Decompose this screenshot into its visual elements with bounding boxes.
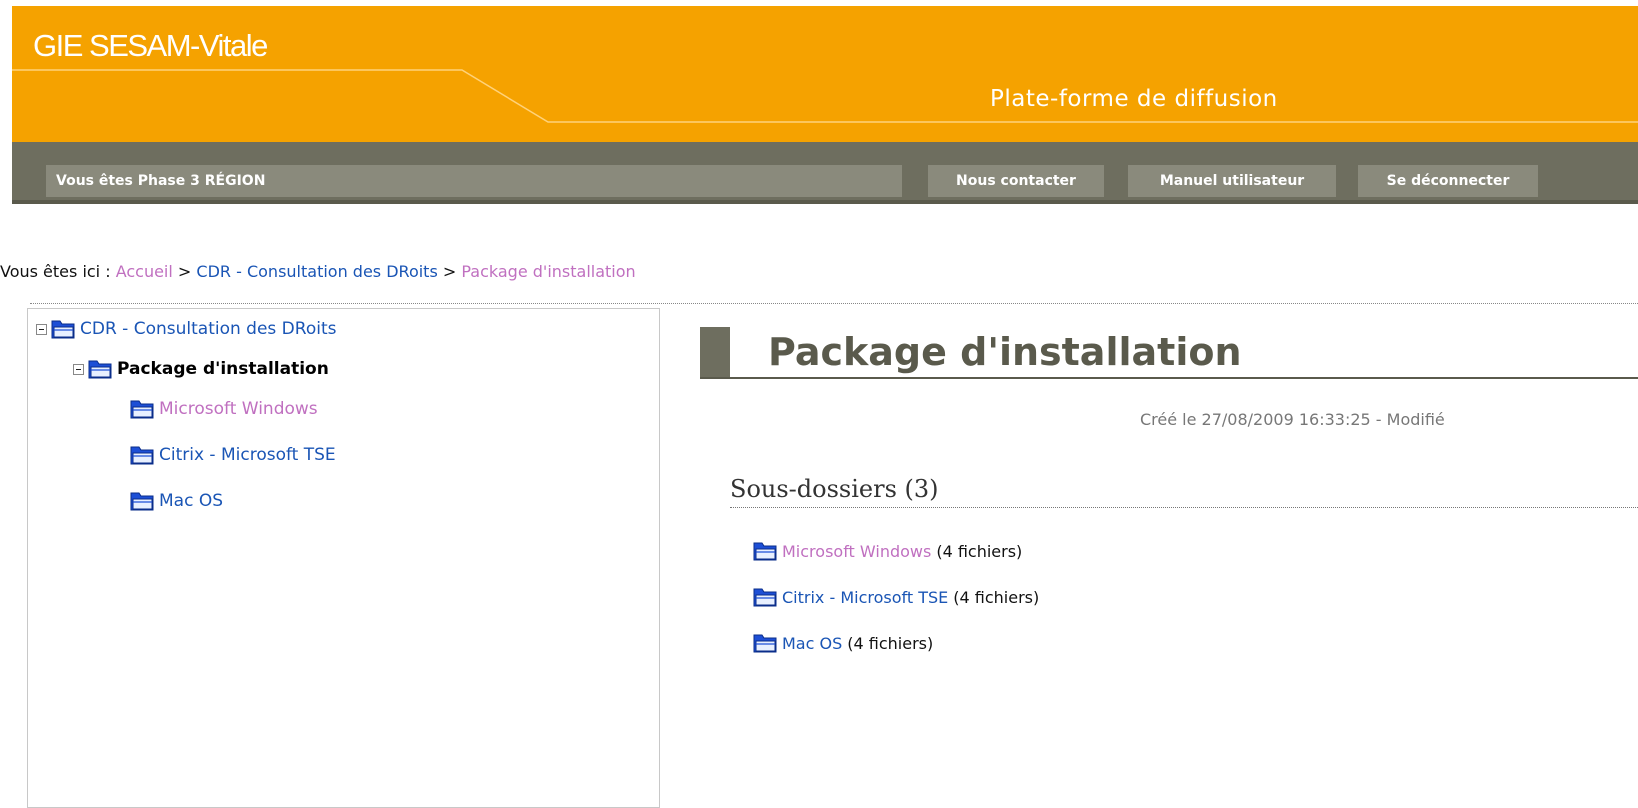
folder-icon xyxy=(753,542,777,561)
tree-item-current[interactable]: Package d'installation xyxy=(73,358,329,380)
tree-item-child-label[interactable]: Microsoft Windows xyxy=(159,399,318,419)
logout-button[interactable]: Se déconnecter xyxy=(1358,165,1538,197)
title-underline xyxy=(700,377,1638,379)
file-count: (4 fichiers) xyxy=(953,587,1040,607)
tree-item-child-label[interactable]: Citrix - Microsoft TSE xyxy=(159,445,336,465)
user-manual-button[interactable]: Manuel utilisateur xyxy=(1128,165,1336,197)
platform-title: Plate-forme de diffusion xyxy=(990,86,1278,112)
tree-item-child[interactable]: Mac OS xyxy=(130,490,223,512)
metadata-dates: Créé le 27/08/2009 16:33:25 - Modifié xyxy=(1140,410,1445,429)
folder-icon xyxy=(130,446,154,465)
subfolders-section-title: Sous-dossiers (3) xyxy=(730,475,939,503)
tree-item-child[interactable]: Citrix - Microsoft TSE xyxy=(130,444,336,466)
tree-item-current-label: Package d'installation xyxy=(117,359,329,379)
header-top-border xyxy=(0,0,1638,6)
contact-button[interactable]: Nous contacter xyxy=(928,165,1104,197)
subfolder-link[interactable]: Microsoft Windows xyxy=(782,542,931,561)
folder-icon xyxy=(130,400,154,419)
collapse-icon[interactable] xyxy=(73,363,84,375)
breadcrumb-separator: > xyxy=(172,262,197,281)
tree-item-child-label[interactable]: Mac OS xyxy=(159,491,223,511)
subfolder-list-item[interactable]: Citrix - Microsoft TSE (4 fichiers) xyxy=(753,586,1039,608)
breadcrumb-current-link[interactable]: Package d'installation xyxy=(461,262,635,281)
tree-item-root-label[interactable]: CDR - Consultation des DRoits xyxy=(80,319,336,339)
subfolder-link[interactable]: Mac OS xyxy=(782,634,842,653)
file-count: (4 fichiers) xyxy=(936,541,1023,561)
open-folder-icon xyxy=(88,360,112,379)
subfolder-list-item[interactable]: Mac OS (4 fichiers) xyxy=(753,632,933,654)
title-accent-bar xyxy=(700,327,730,379)
open-folder-icon xyxy=(51,320,75,339)
folder-icon xyxy=(130,492,154,511)
breadcrumb-separator: > xyxy=(437,262,462,281)
tree-item-child[interactable]: Microsoft Windows xyxy=(130,398,318,420)
folder-icon xyxy=(753,588,777,607)
navbar-bottom-border xyxy=(12,200,1638,204)
collapse-icon[interactable] xyxy=(36,323,47,335)
header-swoosh-decoration xyxy=(12,69,1638,123)
breadcrumb-prefix: Vous êtes ici : xyxy=(0,262,116,281)
breadcrumb-home-link[interactable]: Accueil xyxy=(116,262,173,281)
page-title: Package d'installation xyxy=(768,330,1242,374)
header-left-border xyxy=(0,0,12,142)
folder-icon xyxy=(753,634,777,653)
breadcrumb-divider xyxy=(30,303,1638,304)
breadcrumb-cdr-link[interactable]: CDR - Consultation des DRoits xyxy=(196,262,437,281)
file-count: (4 fichiers) xyxy=(847,633,934,653)
section-divider xyxy=(730,507,1638,508)
tree-item-root[interactable]: CDR - Consultation des DRoits xyxy=(36,318,336,340)
subfolder-list-item[interactable]: Microsoft Windows (4 fichiers) xyxy=(753,540,1022,562)
folder-tree-panel xyxy=(27,308,660,808)
user-status-label: Vous êtes Phase 3 RÉGION xyxy=(46,165,902,197)
navbar-left-border xyxy=(0,142,12,203)
brand-logo-text[interactable]: GIE SESAM-Vitale xyxy=(33,28,268,64)
subfolder-link[interactable]: Citrix - Microsoft TSE xyxy=(782,588,948,607)
breadcrumb: Vous êtes ici : Accueil > CDR - Consulta… xyxy=(0,262,636,281)
